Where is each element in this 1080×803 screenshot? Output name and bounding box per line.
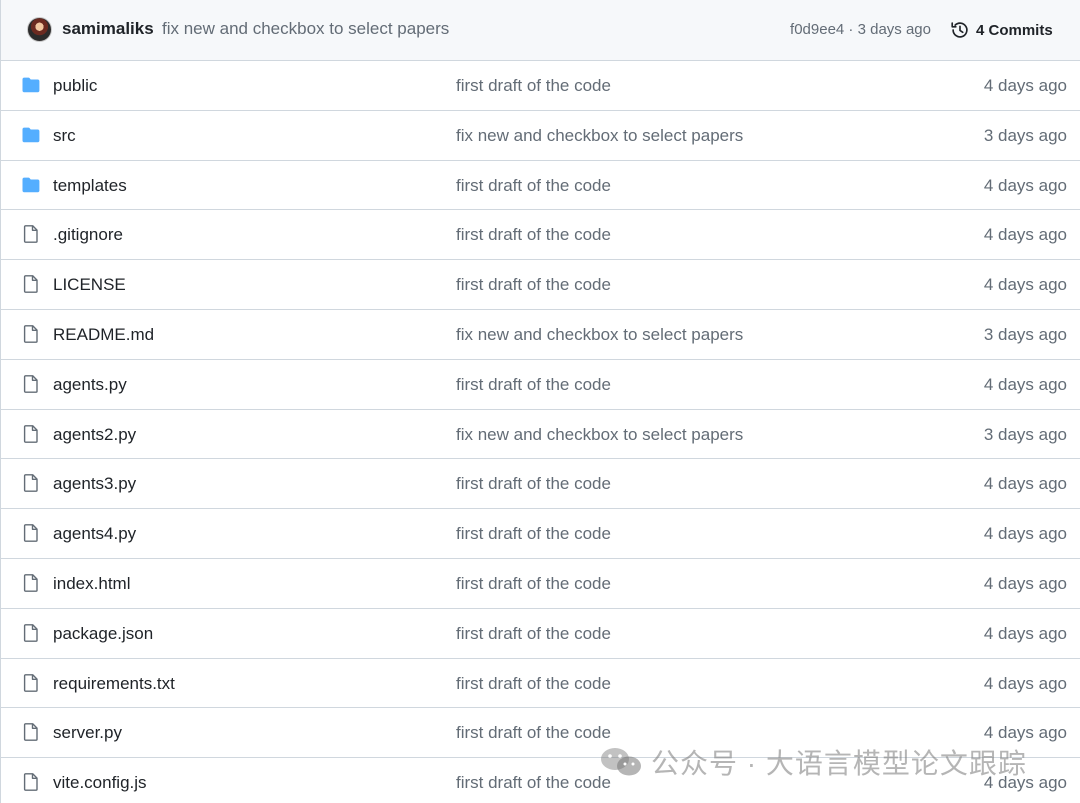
repo-file-browser: samimaliks fix new and checkbox to selec… [0, 0, 1080, 803]
file-icon [23, 275, 38, 294]
latest-commit-message[interactable]: fix new and checkbox to select papers [162, 19, 449, 39]
commit-age: 4 days ago [983, 275, 1067, 295]
commit-message-link[interactable]: first draft of the code [456, 225, 611, 245]
file-row[interactable]: templates first draft of the code 4 days a… [1, 161, 1080, 211]
folder-icon [22, 127, 40, 142]
file-icon [23, 623, 38, 642]
file-icon [23, 424, 38, 443]
file-name-link[interactable]: requirements.txt [53, 674, 175, 694]
file-icon [23, 574, 38, 592]
commit-message-link[interactable]: first draft of the code [456, 275, 611, 295]
commit-age: 4 days ago [983, 773, 1067, 793]
commit-message-link[interactable]: first draft of the code [456, 723, 611, 743]
file-name-link[interactable]: agents4.py [53, 524, 136, 544]
file-name-link[interactable]: LICENSE [53, 275, 126, 295]
file-icon [23, 474, 38, 493]
file-name-link[interactable]: .gitignore [53, 225, 123, 245]
file-row[interactable]: vite.config.js first draft of the code 4 d… [1, 758, 1080, 803]
commit-message-link[interactable]: first draft of the code [456, 375, 611, 395]
file-name-link[interactable]: package.json [53, 624, 153, 644]
file-name-link[interactable]: src [53, 126, 76, 146]
file-icon [23, 773, 38, 792]
commit-age: 4 days ago [983, 673, 1067, 693]
file-row[interactable]: requirements.txt first draft of the code 4… [1, 659, 1080, 709]
file-row[interactable]: LICENSE first draft of the code 4 days ago [1, 260, 1080, 310]
file-icon [23, 325, 38, 343]
commit-age: 3 days ago [983, 424, 1067, 444]
latest-commit-bar: samimaliks fix new and checkbox to selec… [1, 0, 1080, 61]
file-row[interactable]: README.md fix new and checkbox to select … [1, 310, 1080, 360]
file-icon [23, 225, 38, 244]
file-row[interactable]: agents2.py fix new and checkbox to select… [1, 410, 1080, 460]
file-icon [23, 723, 38, 742]
commit-message-link[interactable]: fix new and checkbox to select papers [456, 126, 743, 146]
file-row[interactable]: agents4.py first draft of the code 4 days … [1, 509, 1080, 559]
commit-message-link[interactable]: fix new and checkbox to select papers [456, 325, 743, 345]
file-icon [23, 524, 38, 543]
file-row[interactable]: public first draft of the code 4 days ago [1, 61, 1080, 111]
file-name-link[interactable]: README.md [53, 325, 154, 345]
file-icon [23, 673, 38, 692]
file-icon [23, 374, 38, 393]
folder-icon [22, 177, 40, 192]
commit-hash-and-age[interactable]: f0d9ee4 · 3 days ago [790, 21, 931, 38]
commit-age: 4 days ago [983, 623, 1067, 643]
commit-author[interactable]: samimaliks [62, 19, 154, 39]
commit-age: 4 days ago [983, 76, 1067, 95]
commit-message-link[interactable]: first draft of the code [456, 524, 611, 544]
file-name-link[interactable]: vite.config.js [53, 773, 147, 793]
commit-message-link[interactable]: first draft of the code [456, 76, 611, 96]
commit-age: 4 days ago [983, 225, 1067, 245]
commit-age: 4 days ago [983, 175, 1067, 195]
file-row[interactable]: package.json first draft of the code 4 day… [1, 609, 1080, 659]
file-row[interactable]: index.html first draft of the code 4 days … [1, 559, 1080, 609]
commit-age: 4 days ago [983, 474, 1067, 494]
commit-age: 3 days ago [983, 324, 1067, 344]
commit-age: 4 days ago [983, 723, 1067, 743]
file-list: public first draft of the code 4 days ago s… [1, 61, 1080, 803]
file-name-link[interactable]: templates [53, 176, 127, 196]
commit-message-link[interactable]: first draft of the code [456, 474, 611, 494]
file-name-link[interactable]: index.html [53, 574, 130, 594]
file-name-link[interactable]: agents3.py [53, 474, 136, 494]
commit-message-link[interactable]: fix new and checkbox to select papers [456, 425, 743, 445]
commit-age: 3 days ago [983, 125, 1067, 145]
commit-message-link[interactable]: first draft of the code [456, 574, 611, 594]
commit-message-link[interactable]: first draft of the code [456, 624, 611, 644]
file-row[interactable]: server.py first draft of the code 4 days a… [1, 708, 1080, 759]
commit-age: 4 days ago [983, 524, 1067, 544]
file-row[interactable]: .gitignore first draft of the code 4 days … [1, 210, 1080, 261]
history-icon [951, 22, 968, 38]
commit-message-link[interactable]: first draft of the code [456, 773, 611, 793]
folder-icon [22, 77, 40, 93]
file-name-link[interactable]: server.py [53, 723, 122, 743]
file-row[interactable]: agents.py first draft of the code 4 days a… [1, 360, 1080, 410]
file-row[interactable]: agents3.py first draft of the code 4 days … [1, 459, 1080, 510]
commit-age: 4 days ago [983, 573, 1067, 593]
file-name-link[interactable]: public [53, 76, 97, 96]
commit-message-link[interactable]: first draft of the code [456, 176, 611, 196]
file-name-link[interactable]: agents2.py [53, 425, 136, 445]
commits-history-button[interactable]: 4 Commits [949, 16, 1053, 44]
commits-count-label: 4 Commits [976, 21, 1053, 39]
file-name-link[interactable]: agents.py [53, 375, 127, 395]
file-row[interactable]: src fix new and checkbox to select papers… [1, 111, 1080, 161]
commit-age: 4 days ago [983, 374, 1067, 394]
commit-message-link[interactable]: first draft of the code [456, 674, 611, 694]
avatar[interactable] [27, 17, 52, 42]
